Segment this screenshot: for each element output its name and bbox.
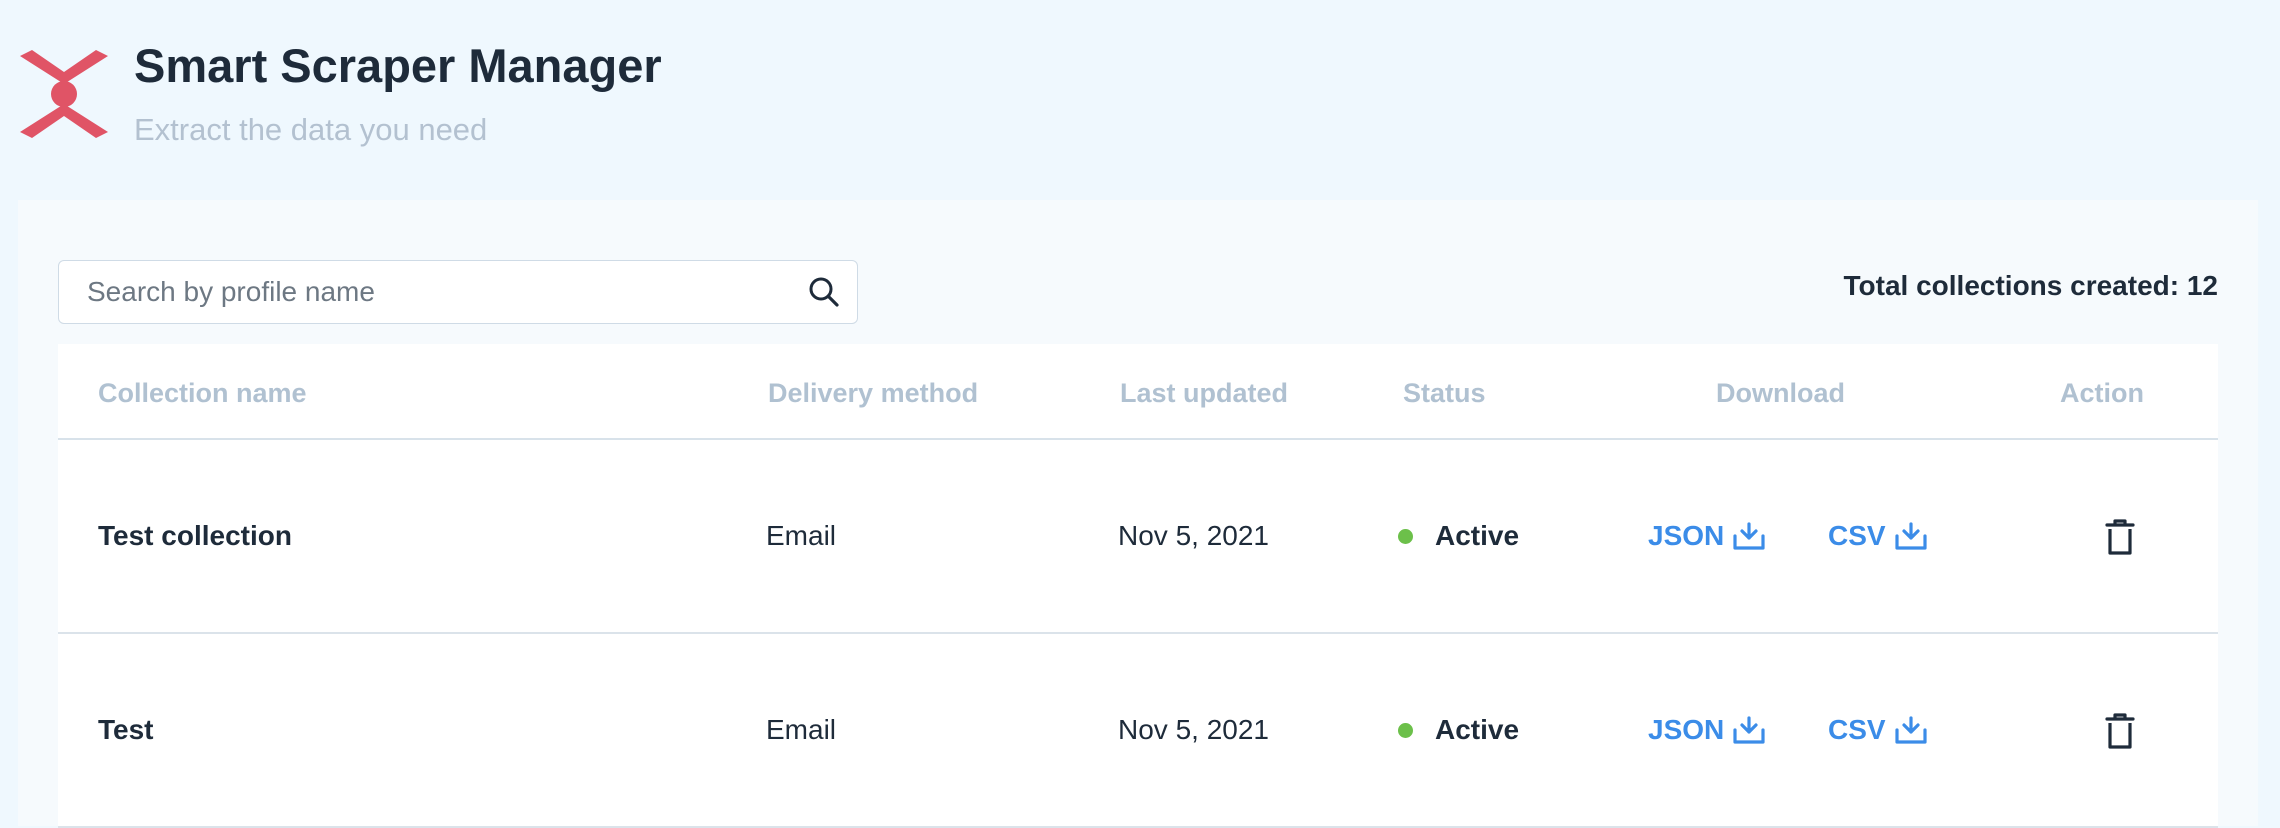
total-collections-label: Total collections created: bbox=[1843, 270, 2180, 301]
table-header: Collection name Delivery method Last upd… bbox=[58, 344, 2218, 440]
app-header: Smart Scraper Manager Extract the data y… bbox=[0, 0, 2280, 200]
collections-table: Collection name Delivery method Last upd… bbox=[58, 344, 2218, 828]
delivery-method: Email bbox=[766, 520, 837, 551]
download-json-label: JSON bbox=[1648, 520, 1725, 551]
download-icon bbox=[1733, 522, 1765, 550]
logo-icon bbox=[20, 50, 108, 138]
trash-icon bbox=[2105, 519, 2135, 555]
column-header-delivery[interactable]: Delivery method bbox=[768, 378, 978, 409]
search-icon[interactable] bbox=[807, 275, 841, 309]
collection-name[interactable]: Test bbox=[98, 634, 154, 826]
status-badge: Active bbox=[1398, 440, 1519, 632]
collection-name[interactable]: Test collection bbox=[98, 440, 292, 632]
search-input[interactable] bbox=[59, 261, 789, 322]
status-dot bbox=[1398, 528, 1413, 544]
status-label: Active bbox=[1435, 520, 1520, 551]
total-collections: Total collections created: 12 bbox=[1844, 270, 2219, 302]
delete-button[interactable] bbox=[2102, 712, 2138, 750]
table-row: Test Email Nov 5, 2021 Active JSON CSV bbox=[58, 634, 2218, 828]
column-header-status[interactable]: Status bbox=[1403, 378, 1486, 409]
trash-icon bbox=[2105, 713, 2135, 749]
app-subtitle: Extract the data you need bbox=[134, 112, 488, 147]
download-json-label: JSON bbox=[1648, 714, 1725, 745]
table-row: Test collection Email Nov 5, 2021 Active… bbox=[58, 440, 2218, 634]
download-icon bbox=[1894, 716, 1927, 744]
download-csv-label: CSV bbox=[1828, 520, 1886, 551]
status-label: Active bbox=[1435, 714, 1520, 745]
search-box[interactable] bbox=[58, 260, 858, 324]
collections-panel: Total collections created: 12 Collection… bbox=[18, 200, 2258, 828]
delete-button[interactable] bbox=[2102, 518, 2138, 556]
download-json-link[interactable]: JSON bbox=[1648, 440, 1766, 632]
download-icon bbox=[1733, 716, 1765, 744]
download-json-link[interactable]: JSON bbox=[1648, 634, 1766, 826]
download-icon bbox=[1894, 522, 1927, 550]
column-header-name[interactable]: Collection name bbox=[98, 378, 307, 409]
last-updated: Nov 5, 2021 bbox=[1118, 714, 1269, 745]
column-header-download: Download bbox=[1716, 378, 1845, 408]
status-badge: Active bbox=[1398, 634, 1519, 826]
app-title: Smart Scraper Manager bbox=[134, 39, 662, 92]
download-csv-link[interactable]: CSV bbox=[1828, 634, 1928, 826]
status-dot bbox=[1398, 722, 1413, 738]
column-header-action: Action bbox=[2060, 378, 2144, 408]
delivery-method: Email bbox=[766, 714, 837, 745]
download-csv-link[interactable]: CSV bbox=[1828, 440, 1928, 632]
total-collections-count: 12 bbox=[2186, 270, 2218, 301]
download-csv-label: CSV bbox=[1828, 714, 1886, 745]
column-header-updated[interactable]: Last updated bbox=[1120, 378, 1288, 409]
last-updated: Nov 5, 2021 bbox=[1118, 520, 1269, 551]
